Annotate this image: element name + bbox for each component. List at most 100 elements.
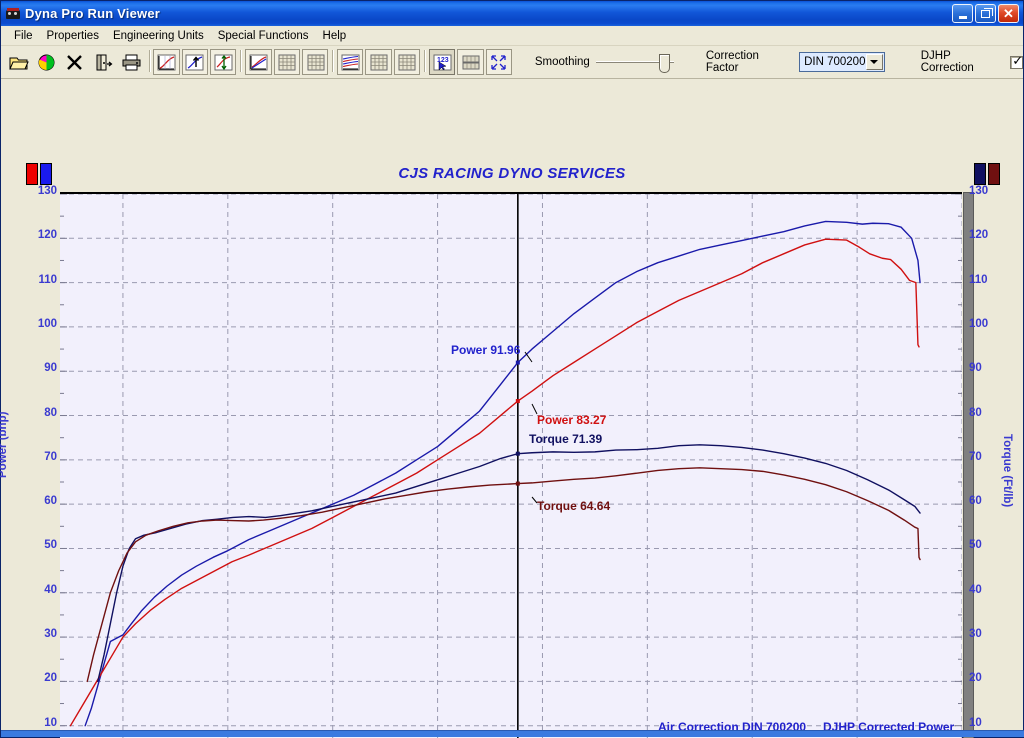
y-tick-right-90: 90 bbox=[969, 362, 982, 375]
y-tick-right-120: 120 bbox=[969, 229, 989, 242]
y-tick-left-10: 10 bbox=[44, 716, 57, 729]
window-title: Dyna Pro Run Viewer bbox=[25, 6, 161, 21]
exit-door-icon bbox=[96, 54, 113, 70]
y-tick-left-70: 70 bbox=[44, 450, 57, 463]
data-table-icon bbox=[462, 55, 480, 69]
djhp-correction-control: DJHP Correction ✓ bbox=[921, 50, 1023, 74]
correction-factor-label: Correction Factor bbox=[705, 50, 759, 74]
title-bar: Dyna Pro Run Viewer ✕ bbox=[1, 1, 1023, 26]
cursor-marker-1 bbox=[515, 399, 520, 404]
y-tick-left-20: 20 bbox=[44, 672, 57, 685]
colors-button[interactable] bbox=[33, 49, 60, 75]
chevron-down-icon[interactable] bbox=[865, 54, 883, 70]
smoothing-thumb[interactable] bbox=[658, 54, 670, 73]
graph-overlay-button[interactable] bbox=[181, 49, 209, 75]
y-tick-right-20: 20 bbox=[969, 672, 982, 685]
toolbar-separator-1 bbox=[146, 50, 153, 74]
close-x-icon bbox=[67, 54, 83, 70]
y-tick-right-80: 80 bbox=[969, 406, 982, 419]
restore-button[interactable] bbox=[975, 4, 996, 23]
toolbar-separator-3 bbox=[329, 50, 336, 74]
close-run-button[interactable] bbox=[61, 49, 88, 75]
correction-factor-select[interactable]: DIN 700200 bbox=[799, 52, 885, 72]
graph-power-icon bbox=[249, 54, 268, 70]
torque-navy-readout: Torque 71.39 bbox=[529, 432, 603, 446]
smoothing-control: Smoothing bbox=[534, 53, 674, 73]
smoothing-slider[interactable] bbox=[595, 53, 674, 73]
graph-single-button[interactable] bbox=[153, 49, 180, 75]
zoom-fit-icon bbox=[491, 54, 506, 70]
gridlines bbox=[60, 194, 962, 738]
dyna-app-icon bbox=[5, 6, 21, 22]
check-icon: ✓ bbox=[1012, 53, 1024, 69]
table-power-alt-button[interactable] bbox=[301, 49, 329, 75]
graph-compare-button[interactable] bbox=[210, 49, 237, 75]
y-tick-left-110: 110 bbox=[38, 273, 57, 286]
y-tick-left-40: 40 bbox=[44, 583, 57, 596]
y-tick-left-100: 100 bbox=[37, 317, 57, 330]
print-button[interactable] bbox=[118, 49, 145, 75]
torque-darkred-readout: Torque 64.64 bbox=[537, 499, 611, 513]
toolbar: 123 Smoothing Correction Factor DIN 7002… bbox=[1, 46, 1023, 79]
chart-title: CJS RACING DYNO SERVICES bbox=[398, 165, 626, 182]
cursor-123-icon: 123 bbox=[433, 54, 451, 71]
cursor-marker-2 bbox=[515, 451, 520, 456]
series-line-0 bbox=[84, 220, 921, 727]
correction-factor-value: DIN 700200 bbox=[804, 56, 866, 68]
zoom-fit-button[interactable] bbox=[485, 49, 512, 75]
table-grid4-icon bbox=[398, 54, 416, 70]
power-blue-readout: Power 91.96 bbox=[451, 343, 521, 357]
graph-curve-icon bbox=[157, 54, 176, 70]
cursor-readout-button[interactable]: 123 bbox=[428, 49, 456, 75]
cursor-marker-0 bbox=[515, 360, 520, 365]
menu-bar: File Properties Engineering Units Specia… bbox=[1, 26, 1023, 46]
menu-item-special-functions[interactable]: Special Functions bbox=[211, 28, 316, 44]
table-grid-icon bbox=[278, 54, 296, 70]
graph-multi-icon bbox=[341, 54, 360, 70]
exit-button[interactable] bbox=[89, 49, 117, 75]
series-line-3 bbox=[86, 467, 921, 683]
menu-item-help[interactable]: Help bbox=[316, 28, 354, 44]
close-button[interactable]: ✕ bbox=[998, 4, 1019, 23]
toolbar-separator-4 bbox=[421, 50, 428, 74]
minor-ticks bbox=[60, 194, 962, 727]
status-bar bbox=[1, 730, 1024, 737]
y-tick-left-130: 130 bbox=[37, 185, 57, 197]
y-tick-left-80: 80 bbox=[44, 406, 57, 419]
y-tick-right-130: 130 bbox=[969, 185, 989, 197]
graph-power-button[interactable] bbox=[245, 49, 272, 75]
color-ball-icon bbox=[38, 54, 55, 70]
power-red-readout: Power 83.27 bbox=[537, 413, 607, 427]
menu-item-properties[interactable]: Properties bbox=[40, 28, 106, 44]
table-multi-button[interactable] bbox=[365, 49, 392, 75]
y-tick-right-100: 100 bbox=[969, 317, 989, 330]
y-axis-label-left: Power (bhp) bbox=[0, 411, 9, 478]
y-tick-left-120: 120 bbox=[37, 229, 57, 242]
table-grid2-icon bbox=[307, 54, 325, 70]
open-file-button[interactable] bbox=[5, 49, 32, 75]
table-power-button[interactable] bbox=[273, 49, 300, 75]
printer-icon bbox=[122, 54, 141, 70]
table-multi-alt-button[interactable] bbox=[393, 49, 421, 75]
chart-region: CJS RACING DYNO SERVICES Power (bhp) Tor… bbox=[0, 79, 1023, 738]
djhp-correction-checkbox[interactable]: ✓ bbox=[1010, 53, 1024, 69]
app-window: Dyna Pro Run Viewer ✕ File Properties En… bbox=[0, 0, 1024, 738]
y-tick-left-50: 50 bbox=[44, 539, 57, 552]
cursor-marker-3 bbox=[515, 481, 520, 486]
smoothing-label: Smoothing bbox=[534, 56, 590, 68]
y-tick-right-110: 110 bbox=[969, 273, 988, 286]
menu-item-engineering-units[interactable]: Engineering Units bbox=[106, 28, 211, 44]
data-table-button[interactable] bbox=[457, 49, 484, 75]
y-tick-right-30: 30 bbox=[969, 628, 982, 641]
menu-item-file[interactable]: File bbox=[7, 28, 40, 44]
toolbar-separator-2 bbox=[237, 50, 244, 74]
minimize-button[interactable] bbox=[952, 4, 973, 23]
djhp-correction-label: DJHP Correction bbox=[920, 50, 974, 74]
y-tick-right-10: 10 bbox=[969, 716, 982, 729]
graph-multi-button[interactable] bbox=[337, 49, 364, 75]
series-line-1 bbox=[69, 238, 920, 727]
y-tick-right-60: 60 bbox=[969, 495, 982, 508]
y-tick-right-40: 40 bbox=[969, 583, 982, 596]
window-controls: ✕ bbox=[952, 4, 1019, 23]
y-tick-right-70: 70 bbox=[969, 450, 982, 463]
